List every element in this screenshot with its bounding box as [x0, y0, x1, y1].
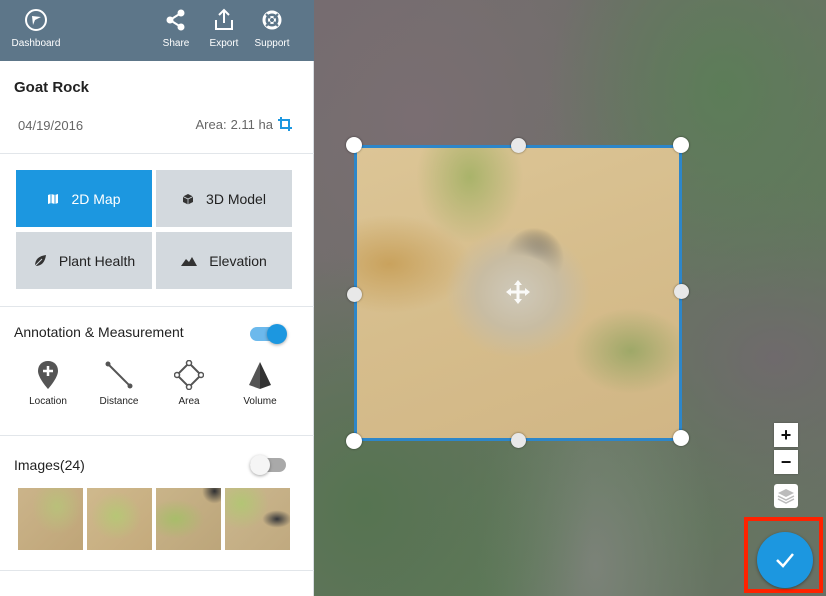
crop-edge-handle-top[interactable]: [511, 138, 526, 153]
dashboard-label: Dashboard: [11, 38, 61, 49]
project-date: 04/19/2016: [18, 118, 84, 133]
crop-edge-handle-left[interactable]: [347, 287, 362, 302]
divider: [0, 435, 314, 436]
cube-icon: [182, 193, 194, 204]
area-label: Area:: [195, 116, 227, 132]
export-icon: [215, 8, 233, 30]
view-2d-map-button[interactable]: 2D Map: [16, 170, 152, 227]
area-value: 2.11 ha: [230, 116, 273, 132]
tool-location[interactable]: Location: [17, 360, 79, 407]
crop-icon[interactable]: [277, 116, 293, 132]
annotation-section-title: Annotation & Measurement: [14, 324, 184, 340]
top-toolbar: Dashboard Share Export Support: [0, 0, 314, 61]
move-icon[interactable]: [504, 278, 532, 306]
crop-edge-handle-right[interactable]: [674, 284, 689, 299]
image-thumbnail[interactable]: [156, 488, 221, 550]
tool-volume[interactable]: Volume: [229, 360, 291, 407]
export-button[interactable]: Export: [205, 8, 243, 49]
image-thumbnail[interactable]: [225, 488, 290, 550]
volume-pyramid-icon: [249, 362, 271, 389]
zoom-out-button[interactable]: −: [774, 450, 798, 474]
divider: [0, 570, 314, 571]
location-pin-icon: [38, 361, 58, 389]
project-area: Area: 2.11 ha: [196, 116, 294, 132]
confirm-button[interactable]: [757, 532, 813, 588]
support-label: Support: [254, 38, 290, 49]
tool-distance-label: Distance: [99, 396, 139, 407]
view-2d-map-label: 2D Map: [71, 190, 121, 207]
crop-corner-handle-top-left[interactable]: [346, 137, 362, 153]
toggle-knob: [250, 455, 270, 475]
images-toggle[interactable]: [250, 455, 286, 475]
crop-corner-handle-top-right[interactable]: [673, 137, 689, 153]
project-title: Goat Rock: [14, 79, 90, 96]
crop-corner-handle-bottom-left[interactable]: [346, 433, 362, 449]
map-view[interactable]: + −: [314, 0, 826, 596]
layers-button[interactable]: [774, 484, 798, 508]
share-button[interactable]: Share: [158, 8, 194, 49]
tool-area-label: Area: [178, 396, 200, 407]
divider: [0, 153, 314, 154]
image-thumbnail[interactable]: [87, 488, 152, 550]
crop-edge-handle-bottom[interactable]: [511, 433, 526, 448]
polygon-area-icon: [174, 360, 204, 390]
view-plant-health-button[interactable]: Plant Health: [16, 232, 152, 289]
image-thumbnail[interactable]: [18, 488, 83, 550]
divider: [0, 306, 314, 307]
lifebuoy-icon: [262, 10, 282, 30]
view-3d-model-label: 3D Model: [206, 190, 266, 207]
view-3d-model-button[interactable]: 3D Model: [156, 170, 292, 227]
tool-distance[interactable]: Distance: [88, 360, 150, 407]
tool-location-label: Location: [29, 396, 67, 407]
mountain-icon: [181, 256, 198, 266]
map-icon: [48, 193, 59, 204]
support-button[interactable]: Support: [251, 8, 293, 49]
sidebar: Dashboard Share Export Support Goat Rock…: [0, 0, 314, 596]
share-label: Share: [162, 38, 190, 49]
images-section-title: Images(24): [14, 457, 85, 473]
dashboard-button[interactable]: Dashboard: [8, 8, 64, 49]
view-elevation-label: Elevation: [209, 252, 267, 269]
view-elevation-button[interactable]: Elevation: [156, 232, 292, 289]
export-label: Export: [209, 38, 239, 49]
crop-corner-handle-bottom-right[interactable]: [673, 430, 689, 446]
share-icon: [166, 9, 185, 31]
toggle-knob: [267, 324, 287, 344]
annotation-toggle[interactable]: [250, 324, 287, 344]
zoom-in-button[interactable]: +: [774, 423, 798, 447]
checkmark-icon: [776, 553, 794, 568]
view-plant-health-label: Plant Health: [58, 252, 136, 269]
tool-volume-label: Volume: [243, 396, 277, 407]
ruler-line-icon: [105, 361, 133, 389]
tool-area[interactable]: Area: [158, 360, 220, 407]
leaf-icon: [34, 254, 46, 266]
dashboard-icon: [25, 9, 47, 31]
layers-icon: [777, 489, 795, 504]
